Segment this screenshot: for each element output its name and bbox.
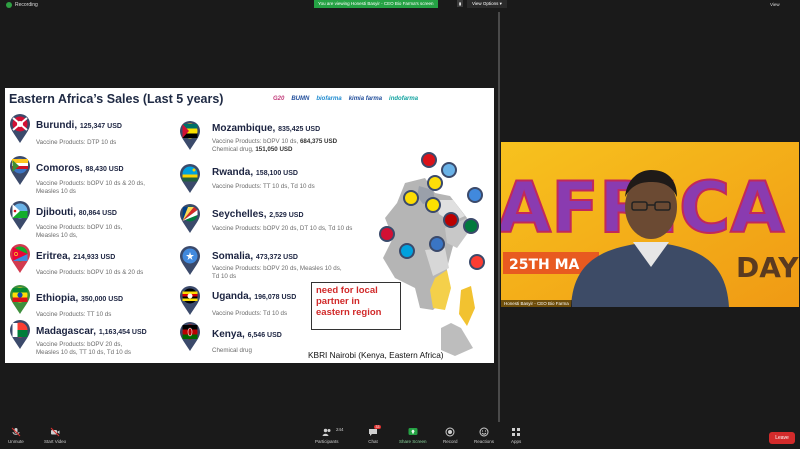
panel-divider[interactable] — [498, 12, 500, 422]
products-kenya: Chemical drug — [212, 347, 252, 354]
products-burundi: Vaccine Products: DTP 10 ds — [36, 139, 117, 146]
reactions-icon — [479, 427, 489, 437]
recording-indicator[interactable]: Recording — [6, 2, 38, 8]
meeting-toolbar: Unmute Start Video Participants 244 33 C… — [0, 422, 800, 449]
pause-icon[interactable]: ▮ — [457, 0, 463, 7]
somalia-flag-pin-icon — [180, 246, 200, 275]
shield-icon — [6, 2, 12, 8]
products-madagascar: Vaccine Products: bOPV 20 ds, Measles 10 … — [36, 341, 131, 356]
record-button[interactable]: Record — [443, 427, 458, 444]
seychelles-flag-pin-icon — [180, 204, 200, 233]
products-uganda: Vaccine Products: Td 10 ds — [212, 310, 288, 317]
mic-muted-icon — [11, 427, 21, 437]
kenya-flag-pin-icon — [180, 322, 200, 351]
participants-count: 244 — [336, 427, 344, 432]
participants-button[interactable]: Participants 244 — [315, 427, 344, 444]
start-video-button[interactable]: Start Video — [44, 427, 66, 444]
comoros-flag-pin-icon — [10, 156, 30, 185]
products-comoros: Vaccine Products: bOPV 10 ds & 20 ds, Mea… — [36, 180, 145, 195]
mozambique-flag-pin-icon — [180, 121, 200, 150]
country-madagascar: Madagascar, 1,163,454 USD — [36, 326, 147, 337]
view-options-button[interactable]: View Options ▾ — [467, 0, 507, 8]
products-rwanda: Vaccine Products: TT 10 ds, Td 10 ds — [212, 183, 315, 190]
shared-screen: Eastern Africa’s Sales (Last 5 years) G2… — [5, 88, 494, 363]
leave-button[interactable]: Leave — [769, 432, 795, 444]
rwanda-flag-pin-icon — [180, 164, 200, 193]
country-kenya: Kenya, 6,546 USD — [212, 329, 282, 340]
eritrea-flag-pin-icon — [10, 244, 30, 273]
speaker-video-frame: AFRICA 25TH MA DAY — [501, 142, 799, 307]
kimiafarma-logo: kimia farma — [348, 96, 383, 102]
chat-button[interactable]: 33 Chat — [368, 425, 381, 444]
reactions-button[interactable]: Reactions — [474, 427, 494, 444]
sponsor-logos: G20 BUMN biofarma kimia farma indofarma — [273, 96, 418, 102]
products-somalia: Vaccine Products: bOPV 20 ds, Measles 10… — [212, 265, 342, 280]
date-banner-text: 25TH MA — [509, 257, 580, 273]
products-seychelles: Vaccine Products: bOPV 20 ds, DT 10 ds, … — [212, 225, 353, 232]
djibouti-flag-pin-icon — [10, 201, 30, 230]
products-mozambique: Vaccine Products: bOPV 10 ds, 684,375 US… — [212, 138, 338, 153]
country-uganda: Uganda, 196,078 USD — [212, 291, 297, 302]
kbri-caption: KBRI Nairobi (Kenya, Eastern Africa) — [308, 350, 444, 360]
ethiopia-flag-pin-icon — [10, 285, 30, 314]
recording-label: Recording — [15, 2, 38, 8]
view-button[interactable]: View — [770, 2, 780, 7]
record-icon — [445, 427, 455, 437]
country-ethiopia: Ethiopia, 350,000 USD — [36, 293, 124, 304]
share-screen-button[interactable]: Share Screen — [399, 427, 427, 444]
viewing-banner: You are viewing Honesti Basyir - CEO Bio… — [314, 0, 438, 8]
slide-title: Eastern Africa’s Sales (Last 5 years) — [9, 92, 224, 106]
country-seychelles: Seychelles, 2,529 USD — [212, 209, 304, 220]
chat-count-badge: 33 — [374, 425, 381, 429]
country-eritrea: Eritrea, 214,933 USD — [36, 251, 116, 262]
video-off-icon — [50, 427, 60, 437]
burundi-flag-pin-icon — [10, 114, 30, 143]
products-djibouti: Vaccine Products: bOPV 10 ds, Measles 10 … — [36, 224, 123, 239]
speaker-video-tile[interactable]: AFRICA 25TH MA DAY Honesti Basyir - CEO … — [501, 142, 799, 307]
apps-icon — [512, 428, 521, 436]
country-rwanda: Rwanda, 158,100 USD — [212, 167, 298, 178]
country-mozambique: Mozambique, 835,425 USD — [212, 123, 321, 134]
g20-logo: G20 — [273, 96, 285, 102]
country-burundi: Burundi, 125,347 USD — [36, 120, 122, 131]
day-banner-text: DAY — [736, 251, 799, 284]
top-bar: Recording You are viewing Honesti Basyir… — [0, 0, 800, 12]
madagascar-flag-pin-icon — [10, 320, 30, 349]
uganda-flag-pin-icon — [180, 286, 200, 315]
unmute-button[interactable]: Unmute — [8, 427, 24, 444]
country-djibouti: Djibouti, 80,864 USD — [36, 207, 117, 218]
participants-icon — [322, 428, 331, 436]
speaker-name-label: Honesti Basyir - CEO Bio Farma — [501, 300, 572, 307]
bumn-logo: BUMN — [291, 96, 310, 102]
biofarma-logo: biofarma — [316, 96, 342, 102]
country-comoros: Comoros, 88,430 USD — [36, 163, 124, 174]
apps-button[interactable]: Apps — [511, 427, 521, 444]
share-screen-icon — [408, 428, 418, 435]
country-somalia: Somalia, 473,372 USD — [212, 251, 298, 262]
products-eritrea: Vaccine Products: bOPV 10 ds & 20 ds — [36, 269, 144, 276]
indofarma-logo: indofarma — [389, 96, 419, 102]
local-partner-callout: need for local partner in eastern region — [311, 282, 401, 330]
products-ethiopia: Vaccine Products: TT 10 ds — [36, 311, 112, 318]
